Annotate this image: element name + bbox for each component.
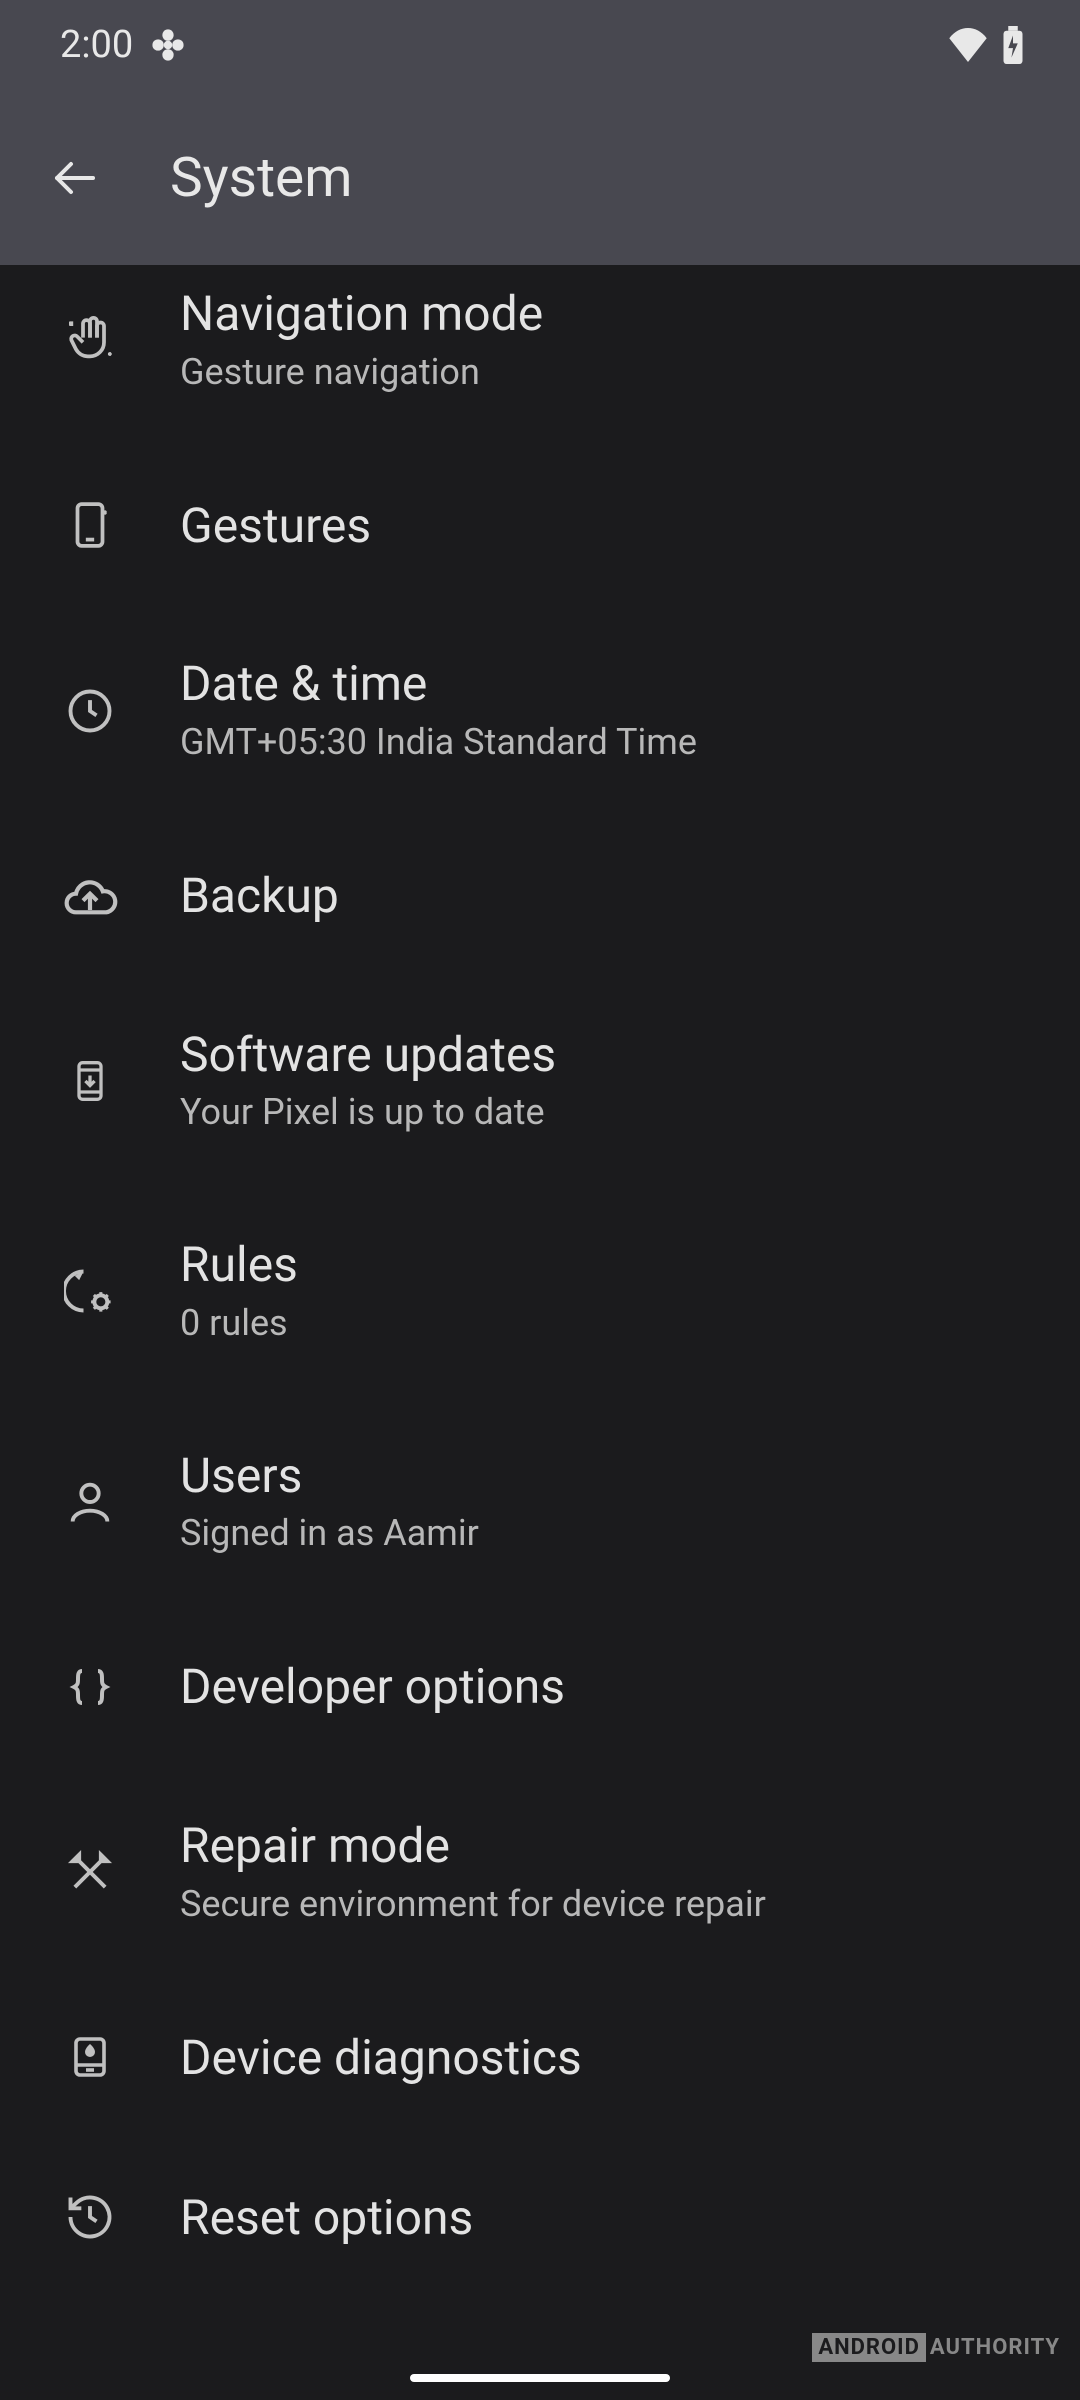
page-title: System <box>170 146 352 210</box>
battery-charging-icon <box>1001 26 1025 64</box>
item-title: Device diagnostics <box>180 2029 582 2087</box>
history-icon <box>60 2187 120 2247</box>
item-title: Developer options <box>180 1658 565 1716</box>
item-subtitle: 0 rules <box>180 1300 298 1347</box>
phone-download-icon <box>60 1051 120 1111</box>
item-text: Users Signed in as Aamir <box>180 1447 479 1557</box>
settings-list: Navigation mode Gesture navigation Gestu… <box>0 265 1080 2297</box>
phone-sparkle-icon <box>60 495 120 555</box>
list-item-backup[interactable]: Backup <box>0 816 1080 976</box>
clock-icon <box>60 681 120 741</box>
arrow-back-icon <box>51 154 99 202</box>
item-title: Users <box>180 1447 479 1505</box>
item-title: Rules <box>180 1236 298 1294</box>
item-title: Reset options <box>180 2189 473 2247</box>
item-text: Repair mode Secure environment for devic… <box>180 1817 766 1927</box>
item-subtitle: Secure environment for device repair <box>180 1881 766 1928</box>
item-text: Date & time GMT+05:30 India Standard Tim… <box>180 655 697 765</box>
list-item-rules[interactable]: Rules 0 rules <box>0 1186 1080 1396</box>
list-item-date-time[interactable]: Date & time GMT+05:30 India Standard Tim… <box>0 605 1080 815</box>
item-text: Navigation mode Gesture navigation <box>180 285 543 395</box>
item-title: Backup <box>180 867 339 925</box>
item-text: Backup <box>180 867 339 925</box>
item-text: Reset options <box>180 2189 473 2247</box>
watermark: ANDROIDAUTHORITY <box>812 2335 1060 2360</box>
app-header: System <box>0 90 1080 265</box>
diagnostics-icon <box>60 2027 120 2087</box>
item-title: Repair mode <box>180 1817 766 1875</box>
list-item-developer-options[interactable]: Developer options <box>0 1607 1080 1767</box>
item-subtitle: GMT+05:30 India Standard Time <box>180 719 697 766</box>
gesture-nav-bar[interactable] <box>410 2374 670 2382</box>
status-left: 2:00 <box>60 23 185 67</box>
item-title: Navigation mode <box>180 285 543 343</box>
watermark-part2: AUTHORITY <box>930 2335 1060 2360</box>
list-item-software-updates[interactable]: Software updates Your Pixel is up to dat… <box>0 976 1080 1186</box>
tools-icon <box>60 1842 120 1902</box>
list-item-gestures[interactable]: Gestures <box>0 445 1080 605</box>
pinwheel-icon <box>151 28 185 62</box>
list-item-reset-options[interactable]: Reset options <box>0 2137 1080 2297</box>
item-subtitle: Your Pixel is up to date <box>180 1089 556 1136</box>
item-text: Device diagnostics <box>180 2029 582 2087</box>
item-text: Software updates Your Pixel is up to dat… <box>180 1026 556 1136</box>
cloud-upload-icon <box>60 866 120 926</box>
wifi-icon <box>947 28 989 62</box>
status-time: 2:00 <box>60 23 133 67</box>
hand-sparkle-icon <box>60 310 120 370</box>
item-title: Software updates <box>180 1026 556 1084</box>
list-item-device-diagnostics[interactable]: Device diagnostics <box>0 1977 1080 2137</box>
status-right <box>947 26 1025 64</box>
back-button[interactable] <box>50 153 100 203</box>
status-bar: 2:00 <box>0 0 1080 90</box>
item-title: Gestures <box>180 497 371 555</box>
item-subtitle: Gesture navigation <box>180 349 543 396</box>
item-subtitle: Signed in as Aamir <box>180 1510 479 1557</box>
item-title: Date & time <box>180 655 697 713</box>
item-text: Gestures <box>180 497 371 555</box>
rules-icon <box>60 1261 120 1321</box>
watermark-part1: ANDROID <box>812 2333 926 2362</box>
list-item-users[interactable]: Users Signed in as Aamir <box>0 1397 1080 1607</box>
braces-icon <box>60 1657 120 1717</box>
item-text: Developer options <box>180 1658 565 1716</box>
list-item-repair-mode[interactable]: Repair mode Secure environment for devic… <box>0 1767 1080 1977</box>
item-text: Rules 0 rules <box>180 1236 298 1346</box>
person-icon <box>60 1472 120 1532</box>
list-item-navigation-mode[interactable]: Navigation mode Gesture navigation <box>0 265 1080 445</box>
